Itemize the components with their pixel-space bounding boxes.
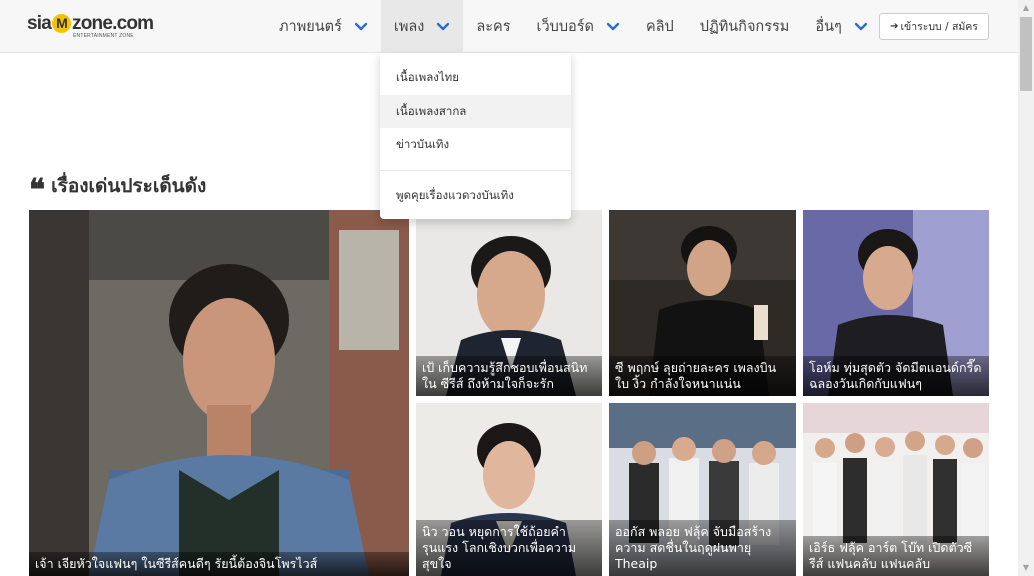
logo-wordmark: sia Mzone.com — [27, 13, 154, 35]
story-caption: นิว วอน หยุดการใช้ถ้อยคำรุนแรง โลกเชิงบว… — [416, 520, 602, 576]
nav-item-label: คลิป — [645, 19, 674, 35]
nav-item-drama[interactable]: ละคร — [463, 0, 523, 53]
featured-story-photo — [29, 210, 409, 576]
main-nav: ภาพยนตร์ เพลง ละคร เว็บบอร์ด คลิป ปฏิทินกิจกร… — [266, 0, 881, 53]
chevron-down-icon — [606, 22, 620, 32]
dropdown-divider — [380, 170, 571, 171]
dropdown-item-label: เนื้อเพลงไทย — [396, 69, 459, 84]
dropdown-item-label: พูดคุยเรื่องแวดวงบันเทิง — [396, 187, 514, 202]
nav-item-webboard[interactable]: เว็บบอร์ด — [524, 0, 633, 53]
logo-brand: sia — [27, 13, 52, 34]
dropdown-item-entertainment-talk[interactable]: พูดคุยเรื่องแวดวงบันเทิง — [380, 179, 571, 212]
scroll-down-arrow-icon[interactable]: ▼ — [1018, 560, 1034, 576]
nav-item-music[interactable]: เพลง — [380, 0, 464, 53]
nav-item-label: ละคร — [476, 19, 511, 35]
nav-item-label: อื่นๆ — [815, 19, 842, 35]
story-card[interactable]: ซี พฤกษ์ ลุยถ่ายละคร เพลงบินใบ งิ้ว กำลั… — [609, 210, 796, 396]
section-heading: ❝ เรื่องเด่นประเด็นดัง — [29, 172, 207, 206]
nav-item-movies[interactable]: ภาพยนตร์ — [266, 0, 381, 53]
story-caption: ออกัส พลอย ฟลุ้ค จับมือสร้างความ สดชื่นใ… — [609, 520, 796, 576]
story-caption: เอิร์ธ ฟลุ้ค อาร์ต โบ๊ท เปิดตัวซีรีส์ แฟ… — [803, 536, 989, 576]
login-register-label: เข้าระบบ / สมัคร — [900, 21, 978, 33]
story-card[interactable]: เป้ เก็บความรู้สึกชอบเพื่อนสนิทใน ซีรีส์… — [416, 210, 602, 396]
featured-story-card[interactable]: เจ้า เจียหัวใจแฟนๆ ในซีรีส์คนดีๆ รัยนี้ต… — [29, 210, 409, 576]
login-register-button[interactable]: ➔ เข้าระบบ / สมัคร — [879, 13, 989, 40]
scrollbar-thumb[interactable] — [1020, 17, 1032, 91]
story-caption: โอห์ม ทุ่มสุดตัว จัดมีตแอนด์กรี๊ด ฉลองวั… — [803, 356, 989, 396]
dropdown-item-label: เนื้อเพลงสากล — [396, 103, 467, 118]
nav-item-label: ภาพยนตร์ — [279, 19, 342, 35]
logo-m-mark: M — [52, 14, 72, 33]
nav-item-label: ปฏิทินกิจกรรม — [699, 19, 790, 35]
chevron-down-icon — [854, 22, 868, 32]
logo-brand-rest: zone.com — [72, 13, 154, 34]
story-card[interactable]: โอห์ม ทุ่มสุดตัว จัดมีตแอนด์กรี๊ด ฉลองวั… — [803, 210, 989, 396]
dropdown-item-label: ข่าวบันเทิง — [396, 136, 450, 151]
site-logo[interactable]: sia Mzone.com ENTERTAINMENT ZONE — [27, 10, 154, 42]
music-dropdown-menu: เนื้อเพลงไทย เนื้อเพลงสากล ข่าวบันเทิง พ… — [380, 53, 571, 219]
chevron-down-icon — [436, 22, 450, 32]
nav-item-label: เพลง — [393, 19, 425, 35]
featured-story-caption: เจ้า เจียหัวใจแฟนๆ ในซีรีส์คนดีๆ รัยนี้ต… — [29, 552, 409, 576]
quote-icon: ❝ — [29, 173, 46, 208]
dropdown-item-entertainment-news[interactable]: ข่าวบันเทิง — [380, 128, 571, 161]
story-card[interactable]: นิว วอน หยุดการใช้ถ้อยคำรุนแรง โลกเชิงบว… — [416, 403, 602, 576]
top-navbar: sia Mzone.com ENTERTAINMENT ZONE ภาพยนตร์… — [0, 0, 1018, 53]
dropdown-item-intl-lyrics[interactable]: เนื้อเพลงสากล — [380, 95, 571, 128]
story-card[interactable]: เอิร์ธ ฟลุ้ค อาร์ต โบ๊ท เปิดตัวซีรีส์ แฟ… — [803, 403, 989, 576]
story-caption: เป้ เก็บความรู้สึกชอบเพื่อนสนิทใน ซีรีส์… — [416, 356, 602, 396]
dropdown-item-thai-lyrics[interactable]: เนื้อเพลงไทย — [380, 61, 571, 94]
chevron-down-icon — [354, 22, 368, 32]
story-caption: ซี พฤกษ์ ลุยถ่ายละคร เพลงบินใบ งิ้ว กำลั… — [609, 356, 796, 396]
page-scrollbar[interactable]: ▲ ▼ — [1018, 0, 1034, 576]
section-title-text: เรื่องเด่นประเด็นดัง — [51, 175, 207, 197]
nav-item-clips[interactable]: คลิป — [633, 0, 687, 53]
nav-item-label: เว็บบอร์ด — [536, 19, 594, 35]
sign-in-icon: ➔ — [890, 21, 899, 32]
story-card[interactable]: ออกัส พลอย ฟลุ้ค จับมือสร้างความ สดชื่นใ… — [609, 403, 796, 576]
logo-tagline: ENTERTAINMENT ZONE — [73, 33, 134, 39]
nav-item-more[interactable]: อื่นๆ — [802, 0, 880, 53]
scroll-up-arrow-icon[interactable]: ▲ — [1018, 0, 1034, 16]
nav-item-calendar[interactable]: ปฏิทินกิจกรรม — [687, 0, 803, 53]
